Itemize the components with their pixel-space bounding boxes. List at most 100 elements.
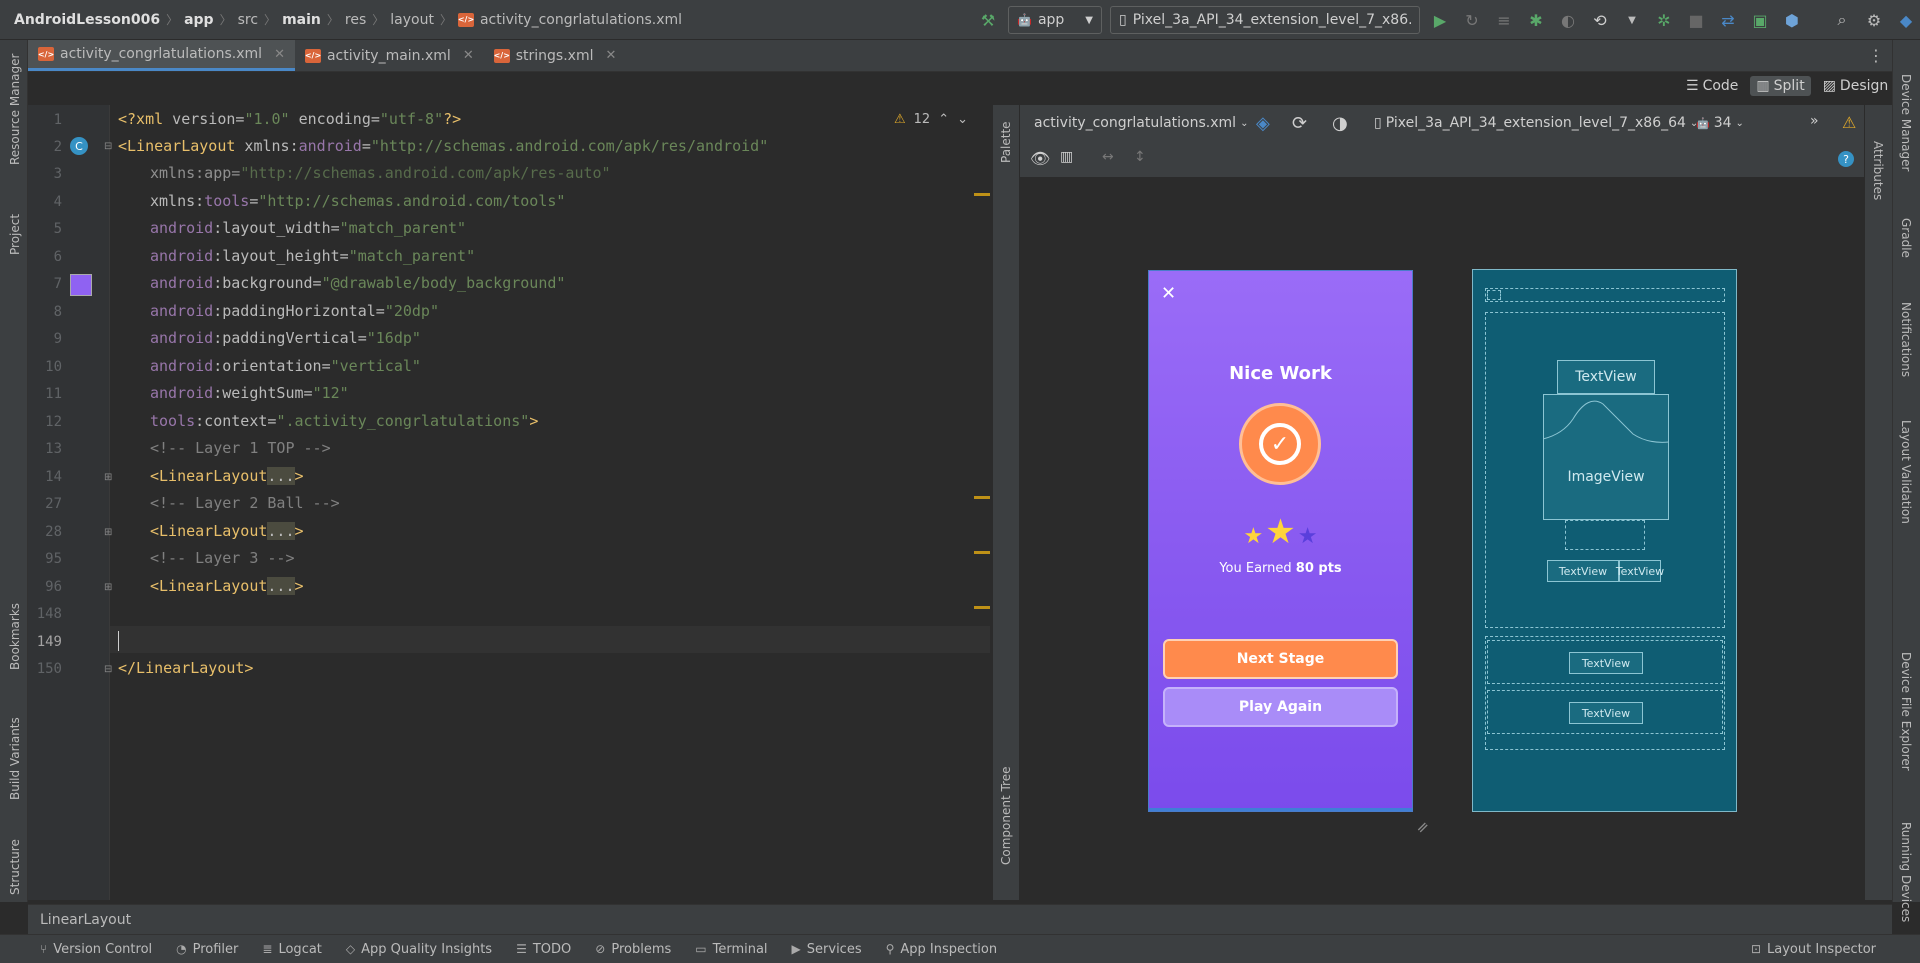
color-swatch-icon[interactable] [70,274,92,296]
tool-build-variants[interactable]: Build Variants [8,717,22,800]
more-run-icon[interactable]: ▼ [1620,8,1644,32]
close-icon[interactable]: ✕ [274,47,285,62]
night-mode-icon[interactable]: ◑ [1332,113,1348,134]
settings-gear-icon[interactable]: ⚙ [1862,8,1886,32]
chevron-down-icon[interactable]: ⌄ [957,112,968,127]
tab-activity-congrlatulations[interactable]: </> activity_congrlatulations.xml ✕ [28,40,295,71]
tool-profiler[interactable]: ◔ Profiler [176,942,238,957]
apply-changes-icon[interactable]: ↻ [1460,8,1484,32]
update-icon[interactable]: ◆ [1894,8,1918,32]
play-again-button[interactable]: Play Again [1163,687,1398,727]
warning-stripe[interactable] [974,193,990,196]
class-marker-icon[interactable]: C [70,137,88,155]
component-tree-tab[interactable]: Component Tree [999,767,1013,865]
profile-icon[interactable]: ◐ [1556,8,1580,32]
breadcrumb-src[interactable]: src [238,12,258,28]
tool-running-devices[interactable]: Running Devices [1899,822,1913,922]
bp-small-textview-2: TextView [1616,560,1664,582]
breadcrumb-main[interactable]: main [282,12,321,28]
blueprint-preview[interactable]: TextView ImageView TextView TextView Tex… [1472,269,1737,812]
attributes-tab[interactable]: Attributes [1871,141,1885,200]
stop-icon[interactable]: ■ [1684,8,1708,32]
code-editor[interactable]: <?xml version="1.0" encoding="utf-8"?> <… [110,105,990,900]
warning-stripe[interactable] [974,551,990,554]
tool-layout-validation[interactable]: Layout Validation [1899,420,1913,524]
tool-gradle[interactable]: Gradle [1899,218,1913,258]
code-mode-button[interactable]: ☰ Code [1680,76,1744,96]
palette-tab[interactable]: Palette [999,121,1013,163]
close-icon[interactable]: ✕ [605,48,616,63]
warning-stripe[interactable] [974,496,990,499]
breadcrumb-res[interactable]: res [345,12,366,28]
tool-logcat[interactable]: ≣ Logcat [262,942,322,957]
tool-bookmarks[interactable]: Bookmarks [8,603,22,670]
search-icon[interactable]: ⌕ [1830,8,1854,32]
text-caret [118,631,119,651]
folded-region[interactable]: ... [267,467,295,485]
tool-terminal[interactable]: ▭ Terminal [695,942,767,957]
apply-code-icon[interactable]: ≡ [1492,8,1516,32]
sdk-manager-icon[interactable]: ⬢ [1780,8,1804,32]
help-icon[interactable]: ? [1838,151,1854,167]
breadcrumb-file[interactable]: activity_congrlatulations.xml [480,12,682,28]
debug-icon[interactable]: ✱ [1524,8,1548,32]
next-stage-button[interactable]: Next Stage [1163,639,1398,679]
warning-icon[interactable]: ⚠ [1842,113,1856,132]
run-icon[interactable]: ▶ [1428,8,1452,32]
expand-icon[interactable]: » [1810,113,1819,129]
tool-app-inspection[interactable]: ⚲ App Inspection [886,942,997,957]
api-level-select[interactable]: 🤖 34 ⌄ [1696,115,1744,131]
layout-file-select[interactable]: activity_congrlatulations.xml ⌄ [1034,115,1248,131]
attr: :background= [213,274,322,292]
design-canvas[interactable] [1020,177,1864,900]
device-select[interactable]: ▯ Pixel_3a_API_34_extension_level_7_x86.… [1110,6,1420,34]
line-number: 9 [53,331,62,347]
tool-resource-manager[interactable]: Resource Manager [8,54,22,165]
breadcrumb-layout[interactable]: layout [390,12,434,28]
design-mode-button[interactable]: ▨ Design [1817,76,1895,96]
value: "1.0" [244,110,290,128]
run-config-select[interactable]: 🤖 app ▼ [1008,6,1102,34]
build-hammer-icon[interactable]: ⚒ [976,8,1000,32]
tool-version-control[interactable]: ⑂ Version Control [40,942,152,957]
device-manager-icon[interactable]: ▣ [1748,8,1772,32]
tool-device-manager[interactable]: Device Manager [1899,74,1913,171]
tab-strings[interactable]: </> strings.xml ✕ [484,40,627,71]
breadcrumb-app[interactable]: app [184,12,214,28]
eye-icon[interactable]: 👁 [1030,149,1050,168]
folded-region[interactable]: ... [267,522,295,540]
tool-app-quality-insights[interactable]: ◇ App Quality Insights [346,942,492,957]
close-icon[interactable]: ✕ [463,48,474,63]
attach-debugger-icon[interactable]: ⟲ [1588,8,1612,32]
phone-preview[interactable]: ✕ Nice Work ✓ ★ ★ ★ You Earned 80 pts Ne… [1148,270,1413,812]
tool-notifications[interactable]: Notifications [1899,302,1913,377]
split-mode-button[interactable]: ▥ Split [1750,76,1811,96]
tab-activity-main[interactable]: </> activity_main.xml ✕ [295,40,484,71]
folded-region[interactable]: ... [267,577,295,595]
columns-icon[interactable]: ▥ [1060,149,1073,165]
sync-icon[interactable]: ⇄ [1716,8,1740,32]
tool-problems[interactable]: ⊘ Problems [595,942,671,957]
tool-todo[interactable]: ☰ TODO [516,942,571,957]
preview-device-select[interactable]: ▯ Pixel_3a_API_34_extension_level_7_x86_6… [1374,115,1698,131]
orientation-icon[interactable]: ⟳ [1292,113,1307,134]
tool-label: App Inspection [900,941,998,957]
tool-structure[interactable]: Structure [8,839,22,895]
namespace: android [150,357,214,375]
horizontal-resize-icon[interactable]: ↔ [1102,149,1114,165]
bp-close-box [1487,290,1501,300]
inspection-widget[interactable]: ⚠ 12 ⌃ ⌄ [894,112,968,127]
tool-services[interactable]: ▶ Services [792,942,862,957]
tool-project[interactable]: Project [8,214,22,255]
design-surface-button[interactable]: ◈ [1256,113,1270,134]
more-tabs-icon[interactable]: ⋮ [1868,40,1884,71]
breadcrumb-project[interactable]: AndroidLesson006 [14,12,160,28]
close-icon[interactable]: ✕ [1161,283,1176,304]
attach-icon[interactable]: ✲ [1652,8,1676,32]
vertical-resize-icon[interactable]: ↕ [1134,149,1146,165]
tool-layout-inspector[interactable]: ⊡ Layout Inspector [1751,942,1876,957]
chevron-up-icon[interactable]: ⌃ [938,112,949,127]
structure-breadcrumb[interactable]: LinearLayout [40,912,131,928]
tool-device-file-explorer[interactable]: Device File Explorer [1899,652,1913,771]
warning-stripe[interactable] [974,606,990,609]
